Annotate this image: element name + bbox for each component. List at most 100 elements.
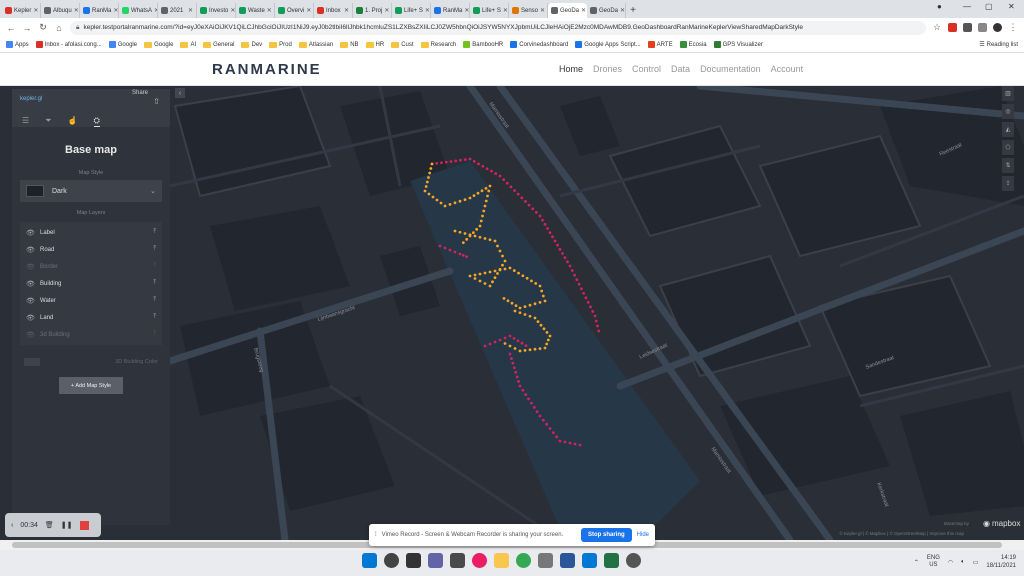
visibility-eye-icon[interactable]: 👁︎ <box>26 314 35 322</box>
browser-tab[interactable]: Senso ✕ <box>509 3 548 18</box>
move-to-top-icon[interactable]: ⤒ <box>153 297 156 304</box>
browser-tab[interactable]: Inbox ✕ <box>314 3 353 18</box>
close-tab-icon[interactable]: ✕ <box>344 7 349 14</box>
outlook-icon[interactable] <box>582 553 597 568</box>
browser-tab[interactable]: RanMa ✕ <box>431 3 470 18</box>
wifi-icon[interactable]: ◠ <box>948 559 953 566</box>
browser-tab[interactable]: Kepler ✕ <box>2 3 41 18</box>
teams-icon[interactable] <box>428 553 443 568</box>
close-tab-icon[interactable]: ✕ <box>581 7 586 14</box>
browser-tab[interactable]: Life+ S ✕ <box>392 3 431 18</box>
bookmark-link[interactable]: ARTE <box>647 41 673 48</box>
bookmark-link[interactable]: BambooHR <box>463 41 503 48</box>
app-icon[interactable] <box>626 553 641 568</box>
menu-control[interactable]: Control <box>632 64 661 74</box>
app-icon[interactable] <box>472 553 487 568</box>
filters-tab-icon[interactable]: ⏷ <box>45 116 51 127</box>
chevron-left-icon[interactable]: ‹ <box>11 522 13 529</box>
map-layer-row[interactable]: 👁︎ Building ⤒ <box>20 275 162 292</box>
map-layer-row[interactable]: 👁︎ Label ⤒ <box>20 224 162 241</box>
map-style-select[interactable]: Dark ⌄ <box>20 180 162 202</box>
mapbox-logo[interactable]: ◉ mapbox <box>983 519 1020 528</box>
close-tab-icon[interactable]: ✕ <box>503 7 508 14</box>
close-tab-icon[interactable]: ✕ <box>188 7 193 14</box>
extension-icon[interactable] <box>963 23 972 32</box>
bookmark-link[interactable]: Inbox - afolasi.cong... <box>35 41 102 48</box>
bookmark-link[interactable]: Corvinedashboard <box>510 41 568 48</box>
bookmark-folder[interactable]: HR <box>365 41 384 48</box>
bookmark-link[interactable]: Google Apps Script... <box>575 41 641 48</box>
profile-icon[interactable]: ● <box>937 2 942 11</box>
menu-data[interactable]: Data <box>671 64 690 74</box>
move-to-top-icon[interactable]: ⤒ <box>153 314 156 321</box>
browser-tab[interactable]: Overvi ✕ <box>275 3 314 18</box>
browser-tab[interactable]: Albuqu ✕ <box>41 3 80 18</box>
visibility-eye-icon[interactable]: 👁︎ <box>26 263 35 271</box>
widgets-icon[interactable] <box>450 553 465 568</box>
clock[interactable]: 14:19 18/11/2021 <box>986 554 1016 570</box>
drag-handle-icon[interactable]: ⁞ <box>375 532 377 538</box>
bookmark-link[interactable]: Google <box>108 41 137 48</box>
menu-kebab-icon[interactable]: ⋮ <box>1008 22 1018 33</box>
hide-button[interactable]: Hide <box>637 532 649 538</box>
browser-tab[interactable]: GeoDa ✕ <box>548 3 587 18</box>
bookmark-link[interactable]: Ecosia <box>679 41 707 48</box>
bookmark-folder[interactable]: Research <box>420 41 456 48</box>
map-layer-row[interactable]: 👁︎ 3d Building ⤒ <box>20 326 162 343</box>
extension-icon[interactable] <box>978 23 987 32</box>
chrome-icon[interactable] <box>516 553 531 568</box>
close-tab-icon[interactable]: ✕ <box>620 7 625 14</box>
close-tab-icon[interactable]: ✕ <box>33 7 38 14</box>
draw-polygon-icon[interactable]: ⬠ <box>1002 140 1014 155</box>
bookmark-folder[interactable]: Atlassian <box>298 41 333 48</box>
visibility-eye-icon[interactable]: 👁︎ <box>26 331 35 339</box>
bookmark-folder[interactable]: NB <box>340 41 359 48</box>
close-tab-icon[interactable]: ✕ <box>230 7 235 14</box>
profile-avatar[interactable] <box>993 23 1002 32</box>
file-explorer-icon[interactable] <box>494 553 509 568</box>
map-layer-row[interactable]: 👁︎ Border ⤒ <box>20 258 162 275</box>
close-tab-icon[interactable]: ✕ <box>74 7 79 14</box>
add-map-style-button[interactable]: + Add Map Style <box>59 377 123 394</box>
close-tab-icon[interactable]: ✕ <box>425 7 430 14</box>
stop-sharing-button[interactable]: Stop sharing <box>580 528 632 542</box>
locale-icon[interactable]: ⇅ <box>1002 158 1014 173</box>
layer-legend-icon[interactable]: ◎ <box>1002 104 1014 119</box>
menu-account[interactable]: Account <box>771 64 804 74</box>
move-to-top-icon[interactable]: ⤒ <box>153 331 156 338</box>
stop-recording-icon[interactable] <box>79 520 89 530</box>
volume-icon[interactable]: 🔈︎ <box>961 559 965 566</box>
close-window-icon[interactable]: ✕ <box>1008 2 1015 11</box>
back-icon[interactable]: ← <box>6 23 16 33</box>
building-color-swatch[interactable] <box>24 358 40 366</box>
move-to-top-icon[interactable]: ⤒ <box>153 280 156 287</box>
search-icon[interactable] <box>384 553 399 568</box>
close-tab-icon[interactable]: ✕ <box>306 7 311 14</box>
close-tab-icon[interactable]: ✕ <box>464 7 469 14</box>
visibility-eye-icon[interactable]: 👁︎ <box>26 229 35 237</box>
menu-home[interactable]: Home <box>559 64 583 74</box>
share-label[interactable]: Share <box>132 90 148 96</box>
interactions-tab-icon[interactable]: ☝ <box>68 116 78 127</box>
bookmark-link[interactable]: Apps <box>6 41 29 48</box>
visibility-eye-icon[interactable]: 👁︎ <box>26 280 35 288</box>
browser-tab[interactable]: WhatsA✕ <box>119 3 158 18</box>
move-to-top-icon[interactable]: ⤒ <box>153 229 156 236</box>
menu-documentation[interactable]: Documentation <box>700 64 761 74</box>
collapse-panel-icon[interactable]: ‹ <box>175 88 185 98</box>
layers-tab-icon[interactable]: ☰ <box>22 116 29 127</box>
bookmark-folder[interactable]: AI <box>180 41 196 48</box>
url-field[interactable]: 🔒︎ kepler.testportalranmarine.com/?id=ey… <box>70 20 926 35</box>
3d-map-icon[interactable]: ◭ <box>1002 122 1014 137</box>
maximize-icon[interactable]: ▢ <box>985 2 993 11</box>
browser-tab[interactable]: Waste ✕ <box>236 3 275 18</box>
close-tab-icon[interactable]: ✕ <box>113 7 118 14</box>
bookmark-folder[interactable]: Google <box>144 41 173 48</box>
forward-icon[interactable]: → <box>22 23 32 33</box>
visibility-eye-icon[interactable]: 👁︎ <box>26 297 35 305</box>
bookmark-star-icon[interactable]: ☆ <box>932 22 942 33</box>
bookmark-folder[interactable]: Prod <box>269 41 292 48</box>
share-icon[interactable]: ⇧ <box>153 97 160 106</box>
pause-icon[interactable]: ❚❚ <box>61 521 73 529</box>
task-view-icon[interactable] <box>406 553 421 568</box>
